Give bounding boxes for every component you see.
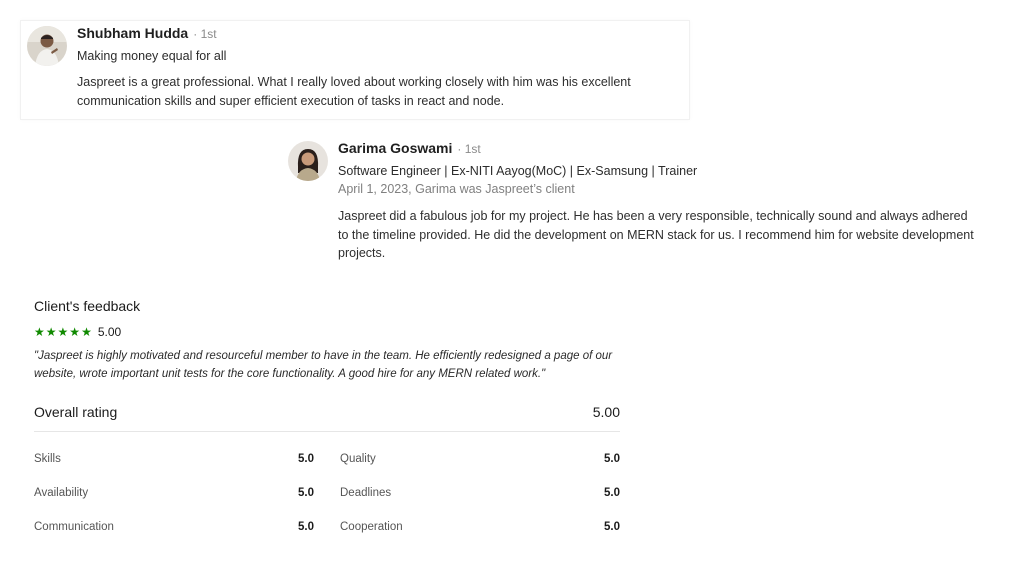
- recommender-header: Shubham Hudda · 1st: [77, 25, 637, 47]
- feedback-quote: "Jaspreet is highly motivated and resour…: [34, 350, 613, 380]
- recommendation-body: Shubham Hudda · 1st Making money equal f…: [77, 25, 637, 110]
- sub-ratings-grid: Skills 5.0 Quality 5.0 Availability 5.0 …: [34, 442, 620, 544]
- sub-rating-value: 5.0: [298, 521, 314, 533]
- star-rating: ★ ★ ★ ★ ★: [34, 326, 92, 338]
- sub-rating-cooperation: Cooperation 5.0: [340, 510, 620, 544]
- avatar-shubham-icon: [27, 26, 67, 66]
- star-icon: ★: [34, 325, 45, 339]
- recommender-headline: Software Engineer | Ex-NITI Aayog(MoC) |…: [338, 164, 698, 178]
- avatar-garima-icon: [288, 141, 328, 181]
- overall-rating-row: Overall rating 5.00: [34, 399, 620, 432]
- sub-rating-value: 5.0: [604, 487, 620, 499]
- sub-rating-value: 5.0: [604, 453, 620, 465]
- sub-rating-label: Communication: [34, 521, 114, 533]
- sub-rating-value: 5.0: [298, 453, 314, 465]
- recommendation-date: April 1, 2023, Garima was Jaspreet’s cli…: [338, 182, 575, 196]
- recommender-name[interactable]: Garima Goswami: [338, 140, 452, 156]
- feedback-score: 5.00: [97, 325, 122, 339]
- recommender-header: Garima Goswami · 1st: [338, 140, 978, 162]
- sub-rating-skills: Skills 5.0: [34, 442, 314, 476]
- sub-rating-communication: Communication 5.0: [34, 510, 314, 544]
- connection-degree: · 1st: [193, 27, 217, 41]
- recommendation-body: Garima Goswami · 1st Software Engineer |…: [338, 140, 978, 263]
- sub-rating-availability: Availability 5.0: [34, 476, 314, 510]
- sub-rating-value: 5.0: [604, 521, 620, 533]
- sub-rating-label: Deadlines: [340, 487, 392, 499]
- feedback-rating: ★ ★ ★ ★ ★ 5.00: [34, 323, 620, 341]
- sub-rating-label: Cooperation: [340, 521, 403, 533]
- connection-degree: · 1st: [457, 142, 481, 156]
- avatar[interactable]: [288, 141, 328, 181]
- recommendation-card: Garima Goswami · 1st Software Engineer |…: [288, 140, 988, 263]
- recommender-name[interactable]: Shubham Hudda: [77, 25, 188, 41]
- sub-rating-label: Skills: [34, 453, 61, 465]
- sub-rating-value: 5.0: [298, 487, 314, 499]
- client-feedback-panel: Client's feedback ★ ★ ★ ★ ★ 5.00 "Jaspre…: [34, 296, 620, 544]
- star-icon: ★: [69, 325, 81, 339]
- star-icon: ★: [81, 325, 92, 339]
- sub-rating-deadlines: Deadlines 5.0: [340, 476, 620, 510]
- page: Shubham Hudda · 1st Making money equal f…: [0, 0, 1024, 576]
- sub-rating-label: Availability: [34, 487, 89, 499]
- recommendation-text: Jaspreet is a great professional. What I…: [77, 75, 631, 108]
- overall-rating-label: Overall rating: [34, 404, 118, 420]
- recommender-headline: Making money equal for all: [77, 49, 227, 63]
- star-icon: ★: [45, 325, 57, 339]
- overall-rating-value: 5.00: [592, 404, 620, 420]
- avatar[interactable]: [27, 26, 67, 66]
- recommendation-card: Shubham Hudda · 1st Making money equal f…: [20, 20, 690, 120]
- sub-rating-label: Quality: [340, 453, 376, 465]
- recommendation-text: Jaspreet did a fabulous job for my proje…: [338, 209, 974, 260]
- sub-rating-quality: Quality 5.0: [340, 442, 620, 476]
- star-icon: ★: [57, 325, 69, 339]
- feedback-title: Client's feedback: [34, 298, 141, 314]
